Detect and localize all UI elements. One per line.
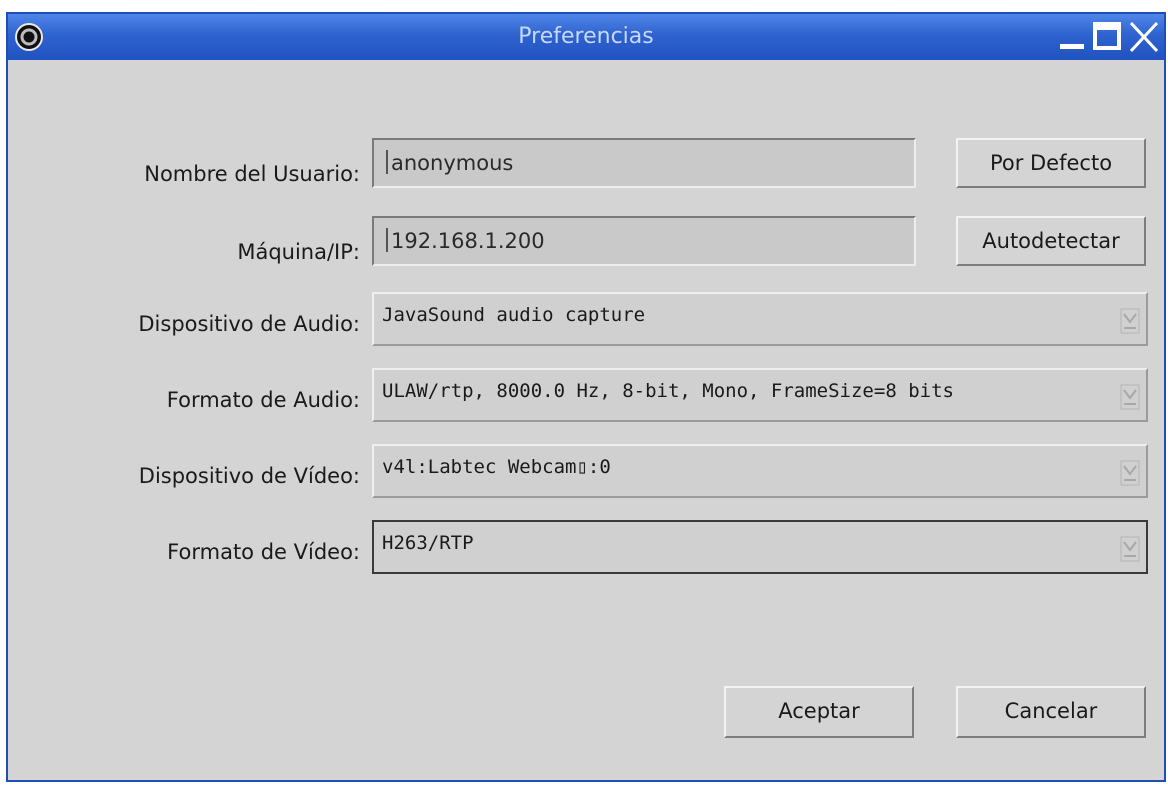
video-format-value: H263/RTP <box>382 532 474 554</box>
audio-format-label: Formato de Audio: <box>166 388 360 412</box>
close-icon[interactable] <box>1128 20 1160 54</box>
host-input[interactable]: 192.168.1.200 <box>372 216 916 266</box>
audio-device-value: JavaSound audio capture <box>382 304 646 326</box>
video-device-select[interactable]: v4l:Labtec Webcam▯:0 <box>372 444 1148 498</box>
audio-format-select[interactable]: ULAW/rtp, 8000.0 Hz, 8-bit, Mono, FrameS… <box>372 368 1148 422</box>
dropdown-arrow-icon[interactable] <box>1120 308 1140 334</box>
window-title: Preferencias <box>518 24 654 49</box>
dropdown-arrow-icon[interactable] <box>1120 536 1140 562</box>
username-input[interactable]: anonymous <box>372 138 916 188</box>
host-value: 192.168.1.200 <box>391 229 545 253</box>
audio-device-select[interactable]: JavaSound audio capture <box>372 292 1148 346</box>
audio-device-label: Dispositivo de Audio: <box>138 312 360 336</box>
dropdown-arrow-icon[interactable] <box>1120 460 1140 486</box>
app-menu-icon[interactable] <box>14 22 44 52</box>
text-caret <box>386 150 388 174</box>
audio-format-value: ULAW/rtp, 8000.0 Hz, 8-bit, Mono, FrameS… <box>382 380 954 402</box>
window-controls <box>1058 20 1162 54</box>
host-label: Máquina/IP: <box>237 240 360 264</box>
video-format-select[interactable]: H263/RTP <box>372 520 1148 574</box>
video-format-label: Formato de Vídeo: <box>167 540 360 564</box>
text-caret <box>386 228 388 252</box>
dropdown-arrow-icon[interactable] <box>1120 384 1140 410</box>
title-bar[interactable]: Preferencias <box>8 14 1164 60</box>
autodetect-button[interactable]: Autodetectar <box>956 216 1146 266</box>
maximize-icon[interactable] <box>1092 20 1124 54</box>
preferences-window: Preferencias Nombre del Usuario: anonymo… <box>6 12 1166 782</box>
username-label: Nombre del Usuario: <box>144 162 360 186</box>
minimize-icon[interactable] <box>1058 20 1088 54</box>
video-device-value: v4l:Labtec Webcam▯:0 <box>382 456 611 478</box>
username-value: anonymous <box>391 151 514 175</box>
video-device-label: Dispositivo de Vídeo: <box>138 464 360 488</box>
accept-button[interactable]: Aceptar <box>724 686 914 738</box>
default-button[interactable]: Por Defecto <box>956 138 1146 188</box>
cancel-button[interactable]: Cancelar <box>956 686 1146 738</box>
